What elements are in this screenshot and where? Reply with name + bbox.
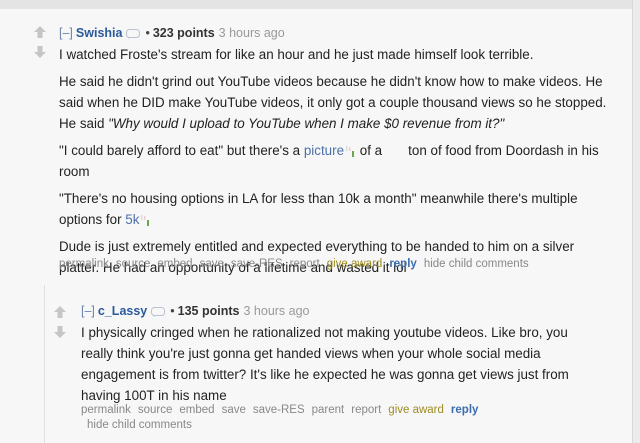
save-link[interactable]: save <box>200 258 224 270</box>
5k-link[interactable]: 5k <box>125 212 139 227</box>
comment-score: 323 points <box>152 26 215 40</box>
paragraph-text: of a <box>359 143 383 158</box>
comment-timestamp[interactable]: 3 hours ago <box>219 26 285 40</box>
comment-paragraph: "There's no housing options in LA for le… <box>59 188 607 230</box>
separator-dot: • <box>170 304 175 318</box>
comment-thread: [–] Swishia • 323 points 3 hours ago I watch… <box>0 0 633 443</box>
picture-link[interactable]: picture <box>304 143 344 158</box>
image-expando-icon[interactable] <box>344 145 356 158</box>
comment-paragraph: He said he didn't grind out YouTube vide… <box>59 71 607 134</box>
comment-author[interactable]: c_Lassy <box>98 304 147 318</box>
comment-score: 135 points <box>177 304 240 318</box>
comment-body: I watched Froste's stream for like an ho… <box>59 44 607 284</box>
chat-icon[interactable] <box>126 28 141 39</box>
separator-dot: • <box>145 26 150 40</box>
comment-body: I physically cringed when he rationalize… <box>81 322 581 412</box>
permalink-link[interactable]: permalink <box>81 404 131 416</box>
upvote-arrow-icon[interactable] <box>54 306 66 318</box>
save-res-link[interactable]: save-RES <box>231 258 283 270</box>
give-award-link[interactable]: give award <box>388 404 444 416</box>
parent-link[interactable]: parent <box>312 404 345 416</box>
italic-quote: "Why would I upload to YouTube when I ma… <box>108 116 505 131</box>
collapse-toggle[interactable]: [–] <box>59 26 73 40</box>
hide-child-comments-link[interactable]: hide child comments <box>87 419 192 431</box>
comment-tagline: [–] c_Lassy • 135 points 3 hours ago <box>81 304 310 318</box>
report-link[interactable]: report <box>290 258 320 270</box>
top-strip <box>0 0 632 9</box>
image-expando-icon[interactable] <box>139 214 151 227</box>
collapse-toggle[interactable]: [–] <box>81 304 95 318</box>
comment-paragraph: I watched Froste's stream for like an ho… <box>59 47 534 62</box>
comment-tagline: [–] Swishia • 323 points 3 hours ago <box>59 26 285 40</box>
reply-link[interactable]: reply <box>389 258 417 270</box>
permalink-link[interactable]: permalink <box>59 258 109 270</box>
source-link[interactable]: source <box>116 258 151 270</box>
comment-actions: permalink source embed save save-RES parent re… <box>81 403 501 433</box>
embed-link[interactable]: embed <box>157 258 192 270</box>
comment-timestamp[interactable]: 3 hours ago <box>243 304 309 318</box>
comment-actions: permalink source embed save save-RES report gi… <box>59 257 536 272</box>
vote-arrows <box>34 26 46 60</box>
embed-link[interactable]: embed <box>179 404 214 416</box>
comment-author[interactable]: Swishia <box>76 26 123 40</box>
downvote-arrow-icon[interactable] <box>34 46 46 58</box>
paragraph-text: "I could barely afford to eat" but there… <box>59 143 301 158</box>
report-link[interactable]: report <box>351 404 381 416</box>
chat-icon[interactable] <box>151 306 166 317</box>
comment-paragraph: I physically cringed when he rationalize… <box>81 325 569 403</box>
give-award-link[interactable]: give award <box>327 258 383 270</box>
comment-paragraph: "I could barely afford to eat" but there… <box>59 140 607 182</box>
upvote-arrow-icon[interactable] <box>34 26 46 38</box>
reply-link[interactable]: reply <box>451 404 479 416</box>
vote-arrows <box>54 306 66 340</box>
source-link[interactable]: source <box>138 404 173 416</box>
save-link[interactable]: save <box>222 404 246 416</box>
hide-child-comments-link[interactable]: hide child comments <box>424 258 529 270</box>
downvote-arrow-icon[interactable] <box>54 326 66 338</box>
save-res-link[interactable]: save-RES <box>253 404 305 416</box>
